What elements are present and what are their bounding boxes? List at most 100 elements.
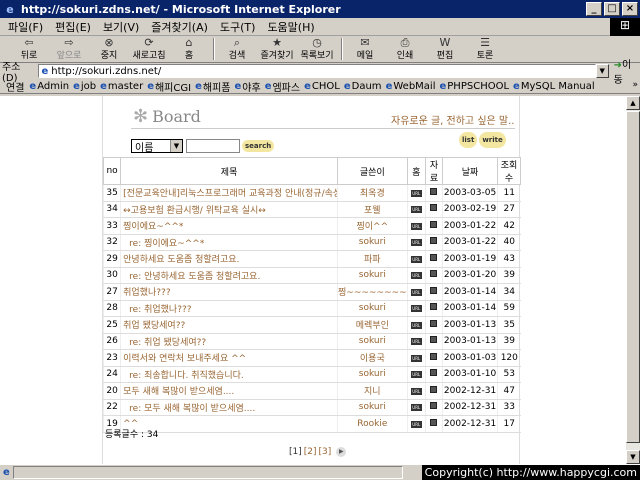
link-item[interactable]: e master (100, 81, 143, 92)
row-file[interactable] (424, 333, 443, 350)
table-row[interactable]: 25 취업 됐당세여?? 메렉부인 URL 2003-01-13 35 (102, 316, 521, 334)
row-home[interactable]: URL (406, 382, 426, 400)
row-file[interactable] (424, 415, 443, 433)
table-row[interactable]: 28 re: 취업했나??? sokuri URL 2003-01-14 59 (102, 300, 521, 317)
search-button[interactable]: search (242, 140, 275, 152)
table-row[interactable]: 26 re: 취업 됐당세여?? sokuri URL 2003-01-13 39 (102, 333, 521, 350)
row-file[interactable] (424, 316, 443, 334)
row-home[interactable]: URL (406, 184, 426, 202)
row-file[interactable] (424, 283, 443, 301)
row-author[interactable]: sokuri (337, 399, 408, 416)
table-row[interactable]: 23 이력서와 연락처 보내주세요 ^^ 이용국 URL 2003-01-03 120 (102, 349, 521, 367)
link-item[interactable]: e MySQL Manual (513, 81, 595, 92)
row-home[interactable]: URL (406, 415, 426, 433)
row-subject-link[interactable]: 찡이에요~^^* (120, 217, 338, 235)
links-more-button[interactable]: » (632, 80, 638, 90)
history-button[interactable]: ◷ 목록보기 (298, 37, 336, 62)
row-subject-link[interactable]: 모두 새해 복많이 받으세염.... (120, 382, 338, 400)
link-item[interactable]: e job (73, 81, 96, 92)
row-home[interactable]: URL (406, 349, 426, 367)
search-input[interactable] (186, 139, 240, 153)
row-author[interactable]: 지니 (337, 382, 408, 400)
row-file[interactable] (424, 300, 443, 317)
scroll-thumb[interactable] (626, 111, 640, 443)
row-subject-link[interactable]: re: 찡이에요~^^* (120, 234, 338, 251)
menu-tools[interactable]: 도구(T) (220, 19, 256, 35)
row-author[interactable]: sokuri (337, 267, 408, 284)
row-author[interactable]: 포웰 (337, 201, 408, 218)
link-item[interactable]: e 해피폼 (195, 79, 230, 94)
row-author[interactable]: sokuri (337, 234, 408, 251)
page-link[interactable]: [1] (289, 447, 302, 457)
row-subject-link[interactable]: 이력서와 연락처 보내주세요 ^^ (120, 349, 338, 367)
row-author[interactable]: 메렉부인 (337, 316, 408, 334)
row-author[interactable]: sokuri (337, 333, 408, 350)
row-subject-link[interactable]: 취업 됐당세여?? (120, 316, 338, 334)
link-item[interactable]: e Admin (29, 81, 69, 92)
row-home[interactable]: URL (406, 234, 426, 251)
menu-view[interactable]: 보기(V) (103, 19, 139, 35)
page-link[interactable]: [3] (319, 447, 332, 457)
link-item[interactable]: e 야후 (234, 79, 260, 94)
table-row[interactable]: 19 ^^ Rookie URL 2002-12-31 17 (102, 415, 521, 433)
link-item[interactable]: e 엠파스 (265, 79, 300, 94)
row-file[interactable] (424, 267, 443, 284)
row-author[interactable]: 최옥경 (337, 184, 408, 202)
table-row[interactable]: 27 취업했나??? 찡~~~~~~~~ URL 2003-01-14 34 (102, 283, 521, 301)
maximize-button[interactable]: □ (604, 2, 620, 16)
row-subject-link[interactable]: 취업했나??? (120, 283, 338, 301)
row-home[interactable]: URL (406, 316, 426, 334)
table-row[interactable]: 34 ↔고용보험 환급시행/ 위탁교육 실시↔ 포웰 URL 2003-02-19 27 (102, 201, 521, 218)
scroll-up-button[interactable]: ▲ (626, 96, 640, 110)
row-author[interactable]: sokuri (337, 366, 408, 383)
next-page-icon[interactable]: ▶ (336, 447, 347, 457)
row-author[interactable]: 찡~~~~~~~~ (337, 283, 408, 301)
row-home[interactable]: URL (406, 250, 426, 268)
link-item[interactable]: e PHPSCHOOL (439, 81, 509, 92)
row-file[interactable] (424, 234, 443, 251)
address-dropdown-button[interactable]: ▼ (595, 64, 609, 78)
row-file[interactable] (424, 250, 443, 268)
row-home[interactable]: URL (406, 201, 426, 218)
discuss-button[interactable]: ☰ 토론 (466, 37, 504, 62)
row-home[interactable]: URL (406, 366, 426, 383)
row-file[interactable] (424, 382, 443, 400)
row-file[interactable] (424, 366, 443, 383)
minimize-button[interactable]: _ (586, 2, 602, 16)
home-button[interactable]: ⌂ 홈 (170, 37, 208, 62)
table-row[interactable]: 22 re: 모두 새해 복많이 받으세염.... sokuri URL 2002-12… (102, 399, 521, 416)
row-home[interactable]: URL (406, 333, 426, 350)
link-item[interactable]: e 해피CGI (147, 79, 191, 94)
row-file[interactable] (424, 184, 443, 202)
row-home[interactable]: URL (406, 283, 426, 301)
row-subject-link[interactable]: 안녕하세요 도움좀 청할려고요. (120, 250, 338, 268)
link-item[interactable]: e Daum (344, 81, 382, 92)
row-home[interactable]: URL (406, 217, 426, 235)
close-button[interactable]: × (622, 2, 638, 16)
row-subject-link[interactable]: re: 모두 새해 복많이 받으세염.... (120, 399, 338, 416)
link-item[interactable]: e WebMail (386, 81, 436, 92)
forward-button[interactable]: ⇨ 앞으로 (50, 37, 88, 62)
print-button[interactable]: ⎙ 인쇄 (386, 37, 424, 62)
menu-help[interactable]: 도움말(H) (267, 19, 314, 35)
vertical-scrollbar[interactable]: ▲ ▼ (626, 96, 640, 464)
scroll-down-button[interactable]: ▼ (626, 450, 640, 464)
search-field-select[interactable]: 이름 ▼ (131, 139, 183, 154)
favorites-button[interactable]: ★ 즐겨찾기 (258, 37, 296, 62)
row-subject-link[interactable]: [전문교육안내]리눅스프로그래머 교육과정 안내(정규/속성) (120, 184, 338, 202)
row-subject-link[interactable]: ↔고용보험 환급시행/ 위탁교육 실시↔ (120, 201, 338, 218)
row-home[interactable]: URL (406, 267, 426, 284)
table-row[interactable]: 32 re: 찡이에요~^^* sokuri URL 2003-01-22 40 (102, 234, 521, 251)
row-subject-link[interactable]: re: 취업 됐당세여?? (120, 333, 338, 350)
write-button[interactable]: write (479, 132, 506, 148)
table-row[interactable]: 33 찡이에요~^^* 찡이^^ URL 2003-01-22 42 (102, 217, 521, 235)
row-file[interactable] (424, 217, 443, 235)
row-author[interactable]: 파파 (337, 250, 408, 268)
menu-file[interactable]: 파일(F) (8, 19, 43, 35)
address-input[interactable]: e http://sokuri.zdns.net/ (38, 64, 596, 78)
row-author[interactable]: sokuri (337, 300, 408, 317)
refresh-button[interactable]: ⟳ 새로고침 (130, 37, 168, 62)
row-subject-link[interactable]: re: 죄송합니다. 취직했습니다. (120, 366, 338, 383)
table-row[interactable]: 35 [전문교육안내]리눅스프로그래머 교육과정 안내(정규/속성) 최옥경 URL 2… (102, 184, 521, 202)
row-subject-link[interactable]: re: 안녕하세요 도움좀 청할려고요. (120, 267, 338, 284)
